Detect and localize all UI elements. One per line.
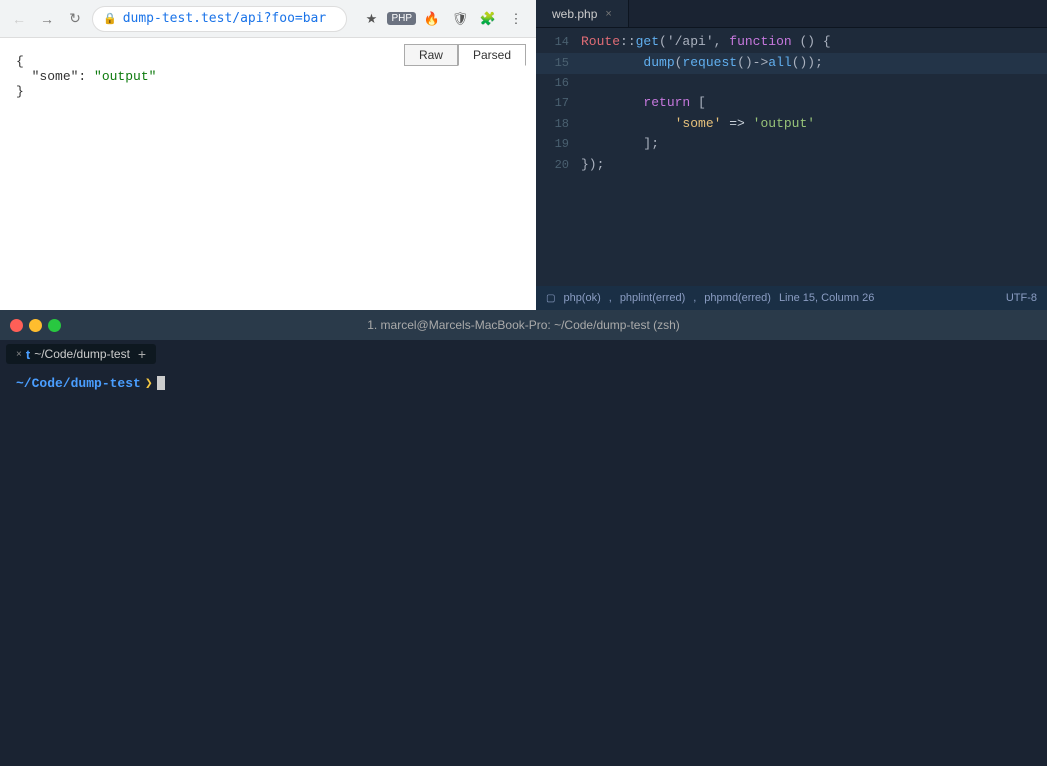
terminal-prompt-dir: ~/Code/dump-test [16,376,141,391]
status-comma-1: , [609,292,612,304]
editor-status-bar: ▢ php(ok) , phplint(erred) , phpmd(erred… [536,286,1047,310]
traffic-lights [10,319,61,332]
json-line-2: "some": "output" [16,69,520,84]
code-line-15: 15 dump(request()->all()); [536,53,1047,74]
puzzle-button[interactable]: 🧩 [476,7,500,31]
line-content-17: return [ [581,93,1047,114]
editor-tab-bar: web.php × [536,0,1047,28]
php-badge: PHP [387,12,416,25]
raw-tab-button[interactable]: Raw [404,44,458,66]
back-button[interactable]: ← [8,8,30,30]
terminal-tab-bar: × t ~/Code/dump-test + [0,340,1047,368]
shield-button[interactable]: 🛡 [448,7,472,31]
browser-panel: ← → ↻ 🔒 dump-test.test/api?foo=bar ★ PHP… [0,0,536,310]
url-text: dump-test.test/api?foo=bar [123,11,337,26]
status-icon: ▢ [546,293,555,304]
line-num-17: 17 [536,94,581,113]
editor-filename: web.php [552,7,597,21]
json-line-3: } [16,84,520,99]
code-line-17: 17 return [ [536,93,1047,114]
terminal-panel: 1. marcel@Marcels-MacBook-Pro: ~/Code/du… [0,310,1047,766]
terminal-prompt-arrow: ❯ [145,376,153,391]
code-line-14: 14 Route::get('/api', function () { [536,32,1047,53]
terminal-tab-item[interactable]: × t ~/Code/dump-test + [6,344,156,364]
terminal-t-icon: t [26,347,30,362]
browser-toolbar: ← → ↻ 🔒 dump-test.test/api?foo=bar ★ PHP… [0,0,536,38]
code-line-19: 19 ]; [536,134,1047,155]
status-phpmd: phpmd(erred) [704,292,771,304]
line-content-18: 'some' => 'output' [581,114,1047,135]
line-num-16: 16 [536,74,581,93]
editor-tab-close[interactable]: × [605,8,611,20]
status-phplint: phplint(erred) [620,292,685,304]
editor-code-area: 14 Route::get('/api', function () { 15 d… [536,28,1047,286]
line-num-18: 18 [536,115,581,134]
code-line-16: 16 [536,74,1047,93]
forward-button[interactable]: → [36,8,58,30]
terminal-new-tab-icon[interactable]: + [138,346,146,362]
terminal-tab-label: ~/Code/dump-test [34,347,130,361]
close-window-button[interactable] [10,319,23,332]
terminal-body[interactable]: ~/Code/dump-test ❯ [0,368,1047,766]
line-num-19: 19 [536,135,581,154]
line-content-15: dump(request()->all()); [581,53,1047,74]
browser-toolbar-icons: ★ PHP 🔥 🛡 🧩 ⋮ [359,7,528,31]
status-php-ok: php(ok) [563,292,600,304]
editor-panel: web.php × 14 Route::get('/api', function… [536,0,1047,310]
status-comma-2: , [693,292,696,304]
status-position: Line 15, Column 26 [779,292,874,304]
line-num-20: 20 [536,156,581,175]
line-num-14: 14 [536,33,581,52]
editor-tab-web-php[interactable]: web.php × [536,0,629,27]
address-bar[interactable]: 🔒 dump-test.test/api?foo=bar [92,6,347,32]
status-encoding: UTF-8 [1006,292,1037,304]
maximize-window-button[interactable] [48,319,61,332]
terminal-title: 1. marcel@Marcels-MacBook-Pro: ~/Code/du… [367,318,680,332]
minimize-window-button[interactable] [29,319,42,332]
parsed-tab-button[interactable]: Parsed [458,44,526,66]
menu-button[interactable]: ⋮ [504,7,528,31]
terminal-titlebar: 1. marcel@Marcels-MacBook-Pro: ~/Code/du… [0,310,1047,340]
flame-button[interactable]: 🔥 [420,7,444,31]
browser-content: { "some": "output" } [0,38,536,310]
line-num-15: 15 [536,54,581,73]
code-line-20: 20 }); [536,155,1047,176]
terminal-cursor [157,376,165,390]
line-content-19: ]; [581,134,1047,155]
code-line-18: 18 'some' => 'output' [536,114,1047,135]
line-content-20: }); [581,155,1047,176]
line-content-14: Route::get('/api', function () { [581,32,1047,53]
lock-icon: 🔒 [103,12,117,25]
bookmark-button[interactable]: ★ [359,7,383,31]
reload-button[interactable]: ↻ [64,8,86,30]
terminal-close-icon[interactable]: × [16,349,22,360]
